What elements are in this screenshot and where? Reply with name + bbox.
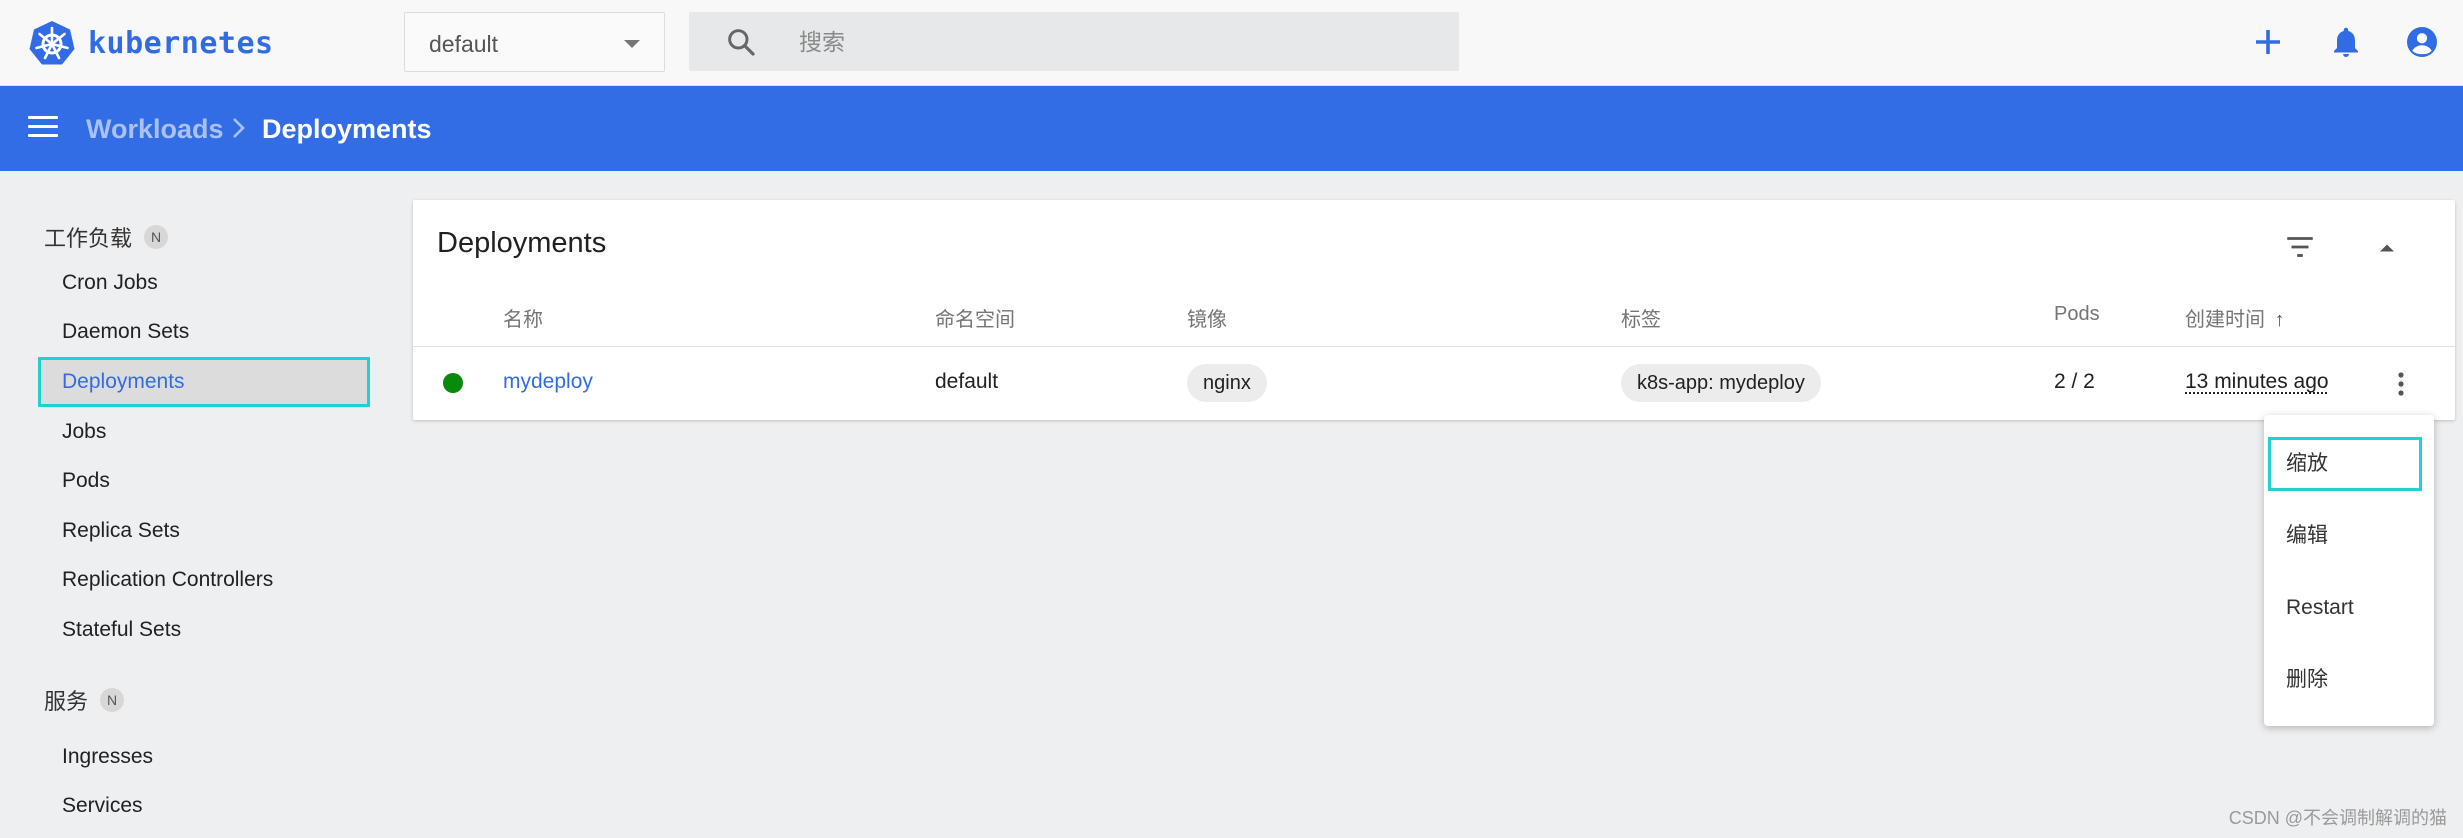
section-label: 服务 xyxy=(44,689,89,714)
namespace-select[interactable]: default xyxy=(404,12,665,72)
sidebar-item-replication-controllers[interactable]: Replication Controllers xyxy=(38,555,370,605)
menu-icon[interactable] xyxy=(28,116,58,140)
namespace-badge: N xyxy=(100,688,125,712)
label-chip: k8s-app: mydeploy xyxy=(1621,364,1821,402)
namespace-badge: N xyxy=(144,225,169,249)
caret-up-icon[interactable] xyxy=(2373,234,2401,262)
account-icon[interactable] xyxy=(2404,24,2440,60)
sidebar-section-services[interactable]: 服务 N xyxy=(44,684,125,716)
kubernetes-wheel-icon xyxy=(29,21,75,65)
sidebar-item-services[interactable]: Services xyxy=(38,781,370,831)
sidebar-item-replica-sets[interactable]: Replica Sets xyxy=(38,506,370,556)
more-vert-icon[interactable] xyxy=(2389,368,2413,400)
sidebar-item-ingresses[interactable]: Ingresses xyxy=(38,732,370,782)
sort-ascending-icon: ↑ xyxy=(2274,309,2285,331)
search-icon xyxy=(728,29,755,56)
namespace-value: default xyxy=(429,31,499,57)
search-input[interactable] xyxy=(799,22,1419,62)
column-header-created[interactable]: 创建时间 ↑ xyxy=(2185,303,2285,332)
created-time: 13 minutes ago xyxy=(2185,370,2329,393)
chevron-right-icon xyxy=(233,118,245,138)
breadcrumb: Workloads Deployments xyxy=(0,86,2463,171)
filter-icon[interactable] xyxy=(2283,230,2317,264)
page-title: Deployments xyxy=(262,114,432,144)
menu-item-edit[interactable]: 编辑 xyxy=(2268,509,2422,563)
status-running-icon xyxy=(443,373,463,393)
column-header-namespace[interactable]: 命名空间 xyxy=(935,303,1015,332)
sidebar-section-workloads[interactable]: 工作负载 N xyxy=(44,221,169,253)
column-header-name[interactable]: 名称 xyxy=(503,303,543,332)
deployments-card: Deployments 名称 命名空间 镜像 标签 Pods 创建时间 ↑ my… xyxy=(413,200,2455,420)
column-header-image: 镜像 xyxy=(1187,309,1227,331)
sidebar-item-deployments[interactable]: Deployments xyxy=(38,357,370,407)
sidebar-item-pods[interactable]: Pods xyxy=(38,456,370,506)
deployment-name-link[interactable]: mydeploy xyxy=(503,370,593,394)
row-action-menu: 缩放 编辑 Restart 删除 xyxy=(2264,415,2434,726)
sidebar: 工作负载 N Cron Jobs Daemon Sets Deployments… xyxy=(0,171,390,838)
sidebar-item-jobs[interactable]: Jobs xyxy=(38,407,370,457)
bell-icon[interactable] xyxy=(2328,24,2364,60)
column-header-labels: 标签 xyxy=(1621,309,1661,331)
menu-item-scale[interactable]: 缩放 xyxy=(2268,437,2422,491)
divider xyxy=(413,346,2455,347)
sidebar-item-stateful-sets[interactable]: Stateful Sets xyxy=(38,605,370,655)
app-name: kubernetes xyxy=(88,25,274,61)
breadcrumb-workloads[interactable]: Workloads xyxy=(86,114,224,145)
column-header-created-label: 创建时间 xyxy=(2185,309,2265,331)
sidebar-item-daemon-sets[interactable]: Daemon Sets xyxy=(38,307,370,357)
image-chip: nginx xyxy=(1187,364,1267,402)
caret-down-icon xyxy=(624,40,640,48)
top-bar: kubernetes default xyxy=(0,0,2463,86)
logo[interactable]: kubernetes xyxy=(28,19,274,67)
section-label: 工作负载 xyxy=(44,226,133,251)
sidebar-item-cron-jobs[interactable]: Cron Jobs xyxy=(38,258,370,308)
deployment-namespace: default xyxy=(935,370,999,393)
add-icon[interactable] xyxy=(2250,24,2286,60)
card-title: Deployments xyxy=(437,227,607,259)
watermark: CSDN @不会调制解调的猫 xyxy=(2228,808,2447,828)
menu-item-delete[interactable]: 删除 xyxy=(2268,653,2422,707)
search-bar[interactable] xyxy=(689,12,1459,71)
column-header-pods: Pods xyxy=(2054,303,2100,325)
pods-count: 2 / 2 xyxy=(2054,370,2095,393)
menu-item-restart[interactable]: Restart xyxy=(2268,581,2422,635)
